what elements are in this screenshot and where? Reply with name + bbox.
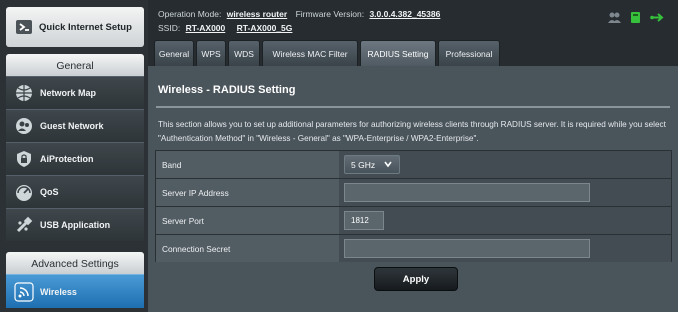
firmware-version-link[interactable]: 3.0.0.4.382_45386 [369, 9, 440, 19]
status-icons [607, 10, 664, 25]
usb-status-icon[interactable] [649, 10, 664, 25]
router-status-icon[interactable] [628, 10, 643, 25]
server-port-row: Server Port 1812 [156, 207, 671, 235]
operation-mode-link[interactable]: wireless router [227, 9, 287, 19]
ssid-link-2g[interactable]: RT-AX000 [186, 23, 226, 33]
server-port-label: Server Port [156, 207, 339, 234]
tab-professional[interactable]: Professional [438, 40, 500, 66]
main-panel: Wireless - RADIUS Setting This section a… [148, 66, 678, 312]
guest-network-icon [14, 116, 34, 136]
connection-secret-label: Connection Secret [156, 235, 339, 262]
band-select[interactable]: 5 GHz [344, 155, 400, 174]
network-map-icon [14, 83, 34, 103]
ssid-link-5g[interactable]: RT-AX000_5G [237, 23, 293, 33]
ssid-info: SSID: RT-AX000 RT-AX000_5G [158, 23, 298, 33]
gauge-icon [14, 182, 34, 202]
title-divider [156, 106, 670, 108]
quick-setup-icon [14, 17, 34, 37]
usb-icon [14, 215, 34, 235]
band-label: Band [156, 151, 339, 178]
connection-secret-input[interactable] [344, 239, 590, 258]
tab-wps[interactable]: WPS [196, 40, 226, 66]
page-title: Wireless - RADIUS Setting [158, 84, 296, 96]
radius-settings-table: Band 5 GHz Server IP Address Server Port… [155, 150, 672, 262]
wifi-icon [14, 281, 34, 302]
quick-setup-label: Quick Internet Setup [39, 21, 132, 33]
server-ip-input[interactable] [344, 183, 590, 202]
band-row: Band 5 GHz [156, 151, 671, 179]
tab-wireless-mac-filter[interactable]: Wireless MAC Filter [262, 40, 358, 66]
server-port-input[interactable]: 1812 [344, 211, 384, 230]
sidebar: Quick Internet Setup General Network Map… [0, 0, 148, 312]
band-select-value: 5 GHz [351, 159, 376, 170]
sidebar-item-network-map[interactable]: Network Map [6, 76, 144, 109]
router-admin-app: Quick Internet Setup General Network Map… [0, 0, 678, 312]
tab-general[interactable]: General [154, 40, 194, 66]
quick-internet-setup-button[interactable]: Quick Internet Setup [6, 7, 144, 47]
sidebar-item-aiprotection[interactable]: AiProtection [6, 142, 144, 175]
users-icon[interactable] [607, 10, 622, 25]
apply-button[interactable]: Apply [374, 267, 458, 291]
general-section-header: General [6, 54, 144, 78]
page-description: This section allows you to set up additi… [158, 120, 666, 143]
sidebar-item-wireless[interactable]: Wireless [6, 274, 144, 308]
sidebar-item-label: Network Map [40, 88, 97, 98]
ssid-label: SSID: [158, 23, 181, 33]
sidebar-item-usb-application[interactable]: USB Application [6, 208, 144, 241]
sidebar-item-label: USB Application [40, 220, 111, 230]
advanced-settings-header: Advanced Settings [6, 252, 144, 276]
shield-lock-icon [14, 149, 34, 169]
tab-radius-setting[interactable]: RADIUS Setting [360, 40, 436, 66]
tab-wds[interactable]: WDS [228, 40, 260, 66]
sidebar-item-label: Wireless [40, 286, 77, 297]
sidebar-item-label: AiProtection [40, 154, 94, 164]
status-bar: Operation Mode: wireless router Firmware… [148, 0, 678, 38]
firmware-label: Firmware Version: [295, 9, 365, 19]
sidebar-item-qos[interactable]: QoS [6, 175, 144, 208]
tab-bar: General WPS WDS Wireless MAC Filter RADI… [148, 38, 678, 66]
operation-info: Operation Mode: wireless router Firmware… [158, 9, 446, 19]
sidebar-item-guest-network[interactable]: Guest Network [6, 109, 144, 142]
server-ip-row: Server IP Address [156, 179, 671, 207]
sidebar-item-label: Guest Network [40, 121, 104, 131]
operation-mode-label: Operation Mode: [158, 9, 222, 19]
server-ip-label: Server IP Address [156, 179, 339, 206]
chevron-down-icon [383, 159, 393, 169]
connection-secret-row: Connection Secret [156, 235, 671, 263]
sidebar-item-label: QoS [40, 187, 59, 197]
